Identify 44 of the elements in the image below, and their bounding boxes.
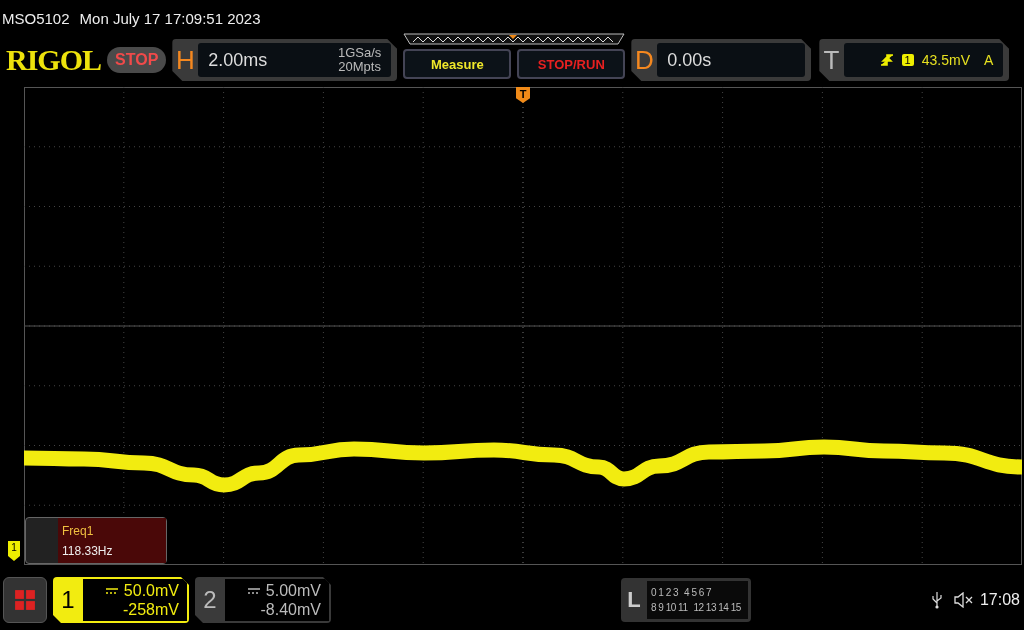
usb-icon <box>931 591 942 609</box>
channel-number: 1 <box>60 586 76 614</box>
digital-channel-numbers: 4 5 6 7 <box>684 587 712 598</box>
digital-channel-numbers: 12 13 14 15 <box>693 602 741 613</box>
logic-key: L <box>621 587 647 613</box>
digital-channel-numbers: 0 1 2 3 <box>651 587 679 598</box>
trigger-source-badge: 1 <box>901 54 914 66</box>
channel-scale: 5.00mV <box>265 581 321 600</box>
soft-button[interactable]: STOP/RUN <box>517 49 626 79</box>
channel-offset: -258mV <box>122 600 179 619</box>
channel-panel[interactable]: 2 5.00mV -8.40mV <box>195 577 331 623</box>
logic-panel[interactable]: L 0 1 2 3 4 5 6 7 8 9 10 11 12 13 14 15 <box>621 578 751 622</box>
delay-panel[interactable]: D 0.00s <box>631 39 812 81</box>
memory-depth: 20Mpts <box>338 60 381 74</box>
measurement-name: Freq1 <box>62 523 95 538</box>
dc-coupling-icon <box>247 587 260 594</box>
date-time: Mon July 17 17:09:51 2023 <box>79 9 261 27</box>
menu-button[interactable] <box>3 577 47 623</box>
channel-panel[interactable]: 1 50.0mV -258mV <box>53 577 189 623</box>
digital-channel-numbers: 8 9 10 11 <box>651 602 688 613</box>
channel-level-marker[interactable]: 1 <box>8 541 20 561</box>
channel-scale: 50.0mV <box>123 581 179 600</box>
timebase-value: 2.00ms <box>208 49 268 71</box>
measurement-value: 118.33Hz <box>62 543 114 558</box>
horizontal-panel[interactable]: H 2.00ms 1GSa/s 20Mpts <box>172 39 398 81</box>
soft-button[interactable]: Measure <box>403 49 512 79</box>
grid-menu-icon <box>14 589 36 611</box>
trigger-position-marker[interactable]: T <box>516 87 530 103</box>
channel-number: 2 <box>202 586 218 614</box>
mute-icon <box>953 592 974 608</box>
delay-key: D <box>631 44 658 76</box>
model-name: MSO5102 <box>2 9 70 27</box>
brand-logo: RIGOL <box>6 43 102 77</box>
channel-offset: -8.40mV <box>260 600 321 619</box>
dc-coupling-icon <box>105 587 118 594</box>
rising-edge-icon <box>879 53 894 67</box>
trigger-key: T <box>819 44 844 76</box>
clock-time: 17:08 <box>979 591 1020 609</box>
trigger-mode: A <box>983 52 994 68</box>
horizontal-key: H <box>172 44 199 76</box>
trigger-level: 43.5mV <box>921 52 970 68</box>
sample-rate: 1GSa/s <box>337 46 382 60</box>
delay-value: 0.00s <box>667 49 712 71</box>
trigger-panel[interactable]: T 1 43.5mV A <box>819 39 1010 81</box>
